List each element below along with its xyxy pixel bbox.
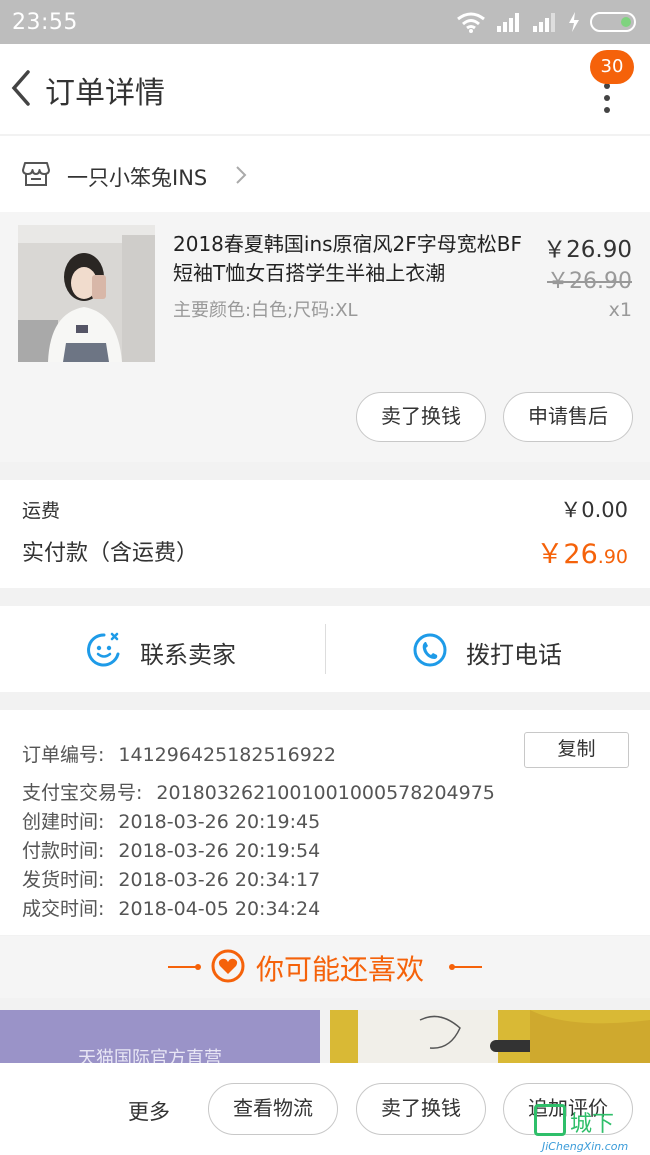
info-value: 2018-03-26 20:19:54 [118,840,321,862]
recommend-photo [330,1010,650,1066]
status-bar: 23:55 [0,0,650,44]
page-title: 订单详情 [45,76,165,111]
info-value: 2018-03-26 20:19:45 [118,811,321,833]
watermark-box-icon [534,1104,566,1136]
copy-button[interactable]: 复制 [524,732,629,768]
info-key: 发货时间: [22,869,105,891]
product-card[interactable]: 2018春夏韩国ins原宿风2F字母宽松BF短袖T恤女百搭学生半袖上衣潮 主要颜… [0,212,650,462]
shop-row[interactable]: 一只小笨兔INS [0,136,650,212]
call-phone-label: 拨打电话 [466,641,562,669]
sell-button[interactable]: 卖了换钱 [356,392,486,442]
decor-line-right [449,964,482,970]
paid-amount: ￥26.90 [536,532,628,571]
battery-icon [590,12,636,32]
store-icon [22,162,50,186]
info-key: 成交时间: [22,898,105,920]
back-arrow-icon[interactable] [8,68,38,108]
decor-line-left [168,964,201,970]
product-quantity: x1 [608,299,632,321]
order-info: 订单编号: 141296425182516922 复制 支付宝交易号: 201803… [0,710,650,935]
paid-amount-cents: .90 [597,546,628,568]
wifi-icon [457,12,485,33]
product-photo [18,225,155,362]
charging-icon [569,12,579,32]
product-sku: 主要颜色:白色;尺码:XL [173,300,358,321]
after-sale-button[interactable]: 申请售后 [503,392,633,442]
shipping-label: 运费 [22,500,61,522]
recommend-item-2[interactable] [330,1010,650,1066]
product-thumbnail[interactable] [18,225,155,362]
product-title[interactable]: 2018春夏韩国ins原宿风2F字母宽松BF短袖T恤女百搭学生半袖上衣潮 [173,230,523,288]
watermark-en: JiChengXin.com [542,1140,629,1153]
shipped-time-row: 发货时间: 2018-03-26 20:34:17 [22,865,320,892]
info-value: 2018032621001001000578204975 [156,782,495,804]
watermark-logo: 城下 JiChengXin.com [534,1104,646,1154]
notification-badge: 30 [590,50,634,84]
sell-again-button[interactable]: 卖了换钱 [356,1083,486,1135]
info-value: 2018-03-26 20:34:17 [118,869,321,891]
info-value: 141296425182516922 [118,744,336,766]
info-key: 付款时间: [22,840,105,862]
phone-icon [413,633,447,667]
more-menu-icon[interactable] [595,80,619,120]
info-key: 订单编号: [22,744,105,766]
recommend-title: 你可能还喜欢 [256,953,425,986]
shop-name: 一只小笨兔INS [67,166,208,190]
created-time-row: 创建时间: 2018-03-26 20:19:45 [22,807,320,834]
paid-label: 实付款（含运费） [22,541,199,566]
info-key: 支付宝交易号: [22,782,143,804]
paid-time-row: 付款时间: 2018-03-26 20:19:54 [22,836,320,863]
watermark-cn: 城下 [570,1112,615,1137]
more-button[interactable]: 更多 [128,1096,170,1126]
contact-seller-button[interactable]: 联系卖家 [0,606,325,692]
contact-bar: 联系卖家 拨打电话 [0,606,650,692]
shipping-value: ￥0.00 [560,498,628,522]
nav-bar: 订单详情 [0,44,650,134]
chevron-right-icon [236,166,247,184]
signal-icon-2 [533,13,555,32]
order-number-row: 订单编号: 141296425182516922 [22,740,336,767]
heart-icon [211,949,245,983]
deal-time-row: 成交时间: 2018-04-05 20:34:24 [22,894,320,921]
chat-icon [87,632,120,667]
fee-section: 运费 ￥0.00 实付款（含运费） ￥26.90 [0,480,650,588]
recommend-item-1[interactable]: 天猫国际官方直营 [0,1010,320,1066]
product-price: ￥26.90 [543,237,632,263]
info-value: 2018-04-05 20:34:24 [118,898,321,920]
call-phone-button[interactable]: 拨打电话 [326,606,650,692]
status-icons [456,11,636,33]
recommend-header: 你可能还喜欢 [0,936,650,998]
view-logistics-button[interactable]: 查看物流 [208,1083,338,1135]
product-original-price: ￥26.90 [547,269,632,294]
signal-icon [497,13,519,32]
status-time: 23:55 [12,9,78,35]
info-key: 创建时间: [22,811,105,833]
contact-seller-label: 联系卖家 [140,641,236,669]
alipay-trade-row: 支付宝交易号: 2018032621001001000578204975 [22,778,495,805]
paid-amount-main: ￥26 [536,539,598,570]
